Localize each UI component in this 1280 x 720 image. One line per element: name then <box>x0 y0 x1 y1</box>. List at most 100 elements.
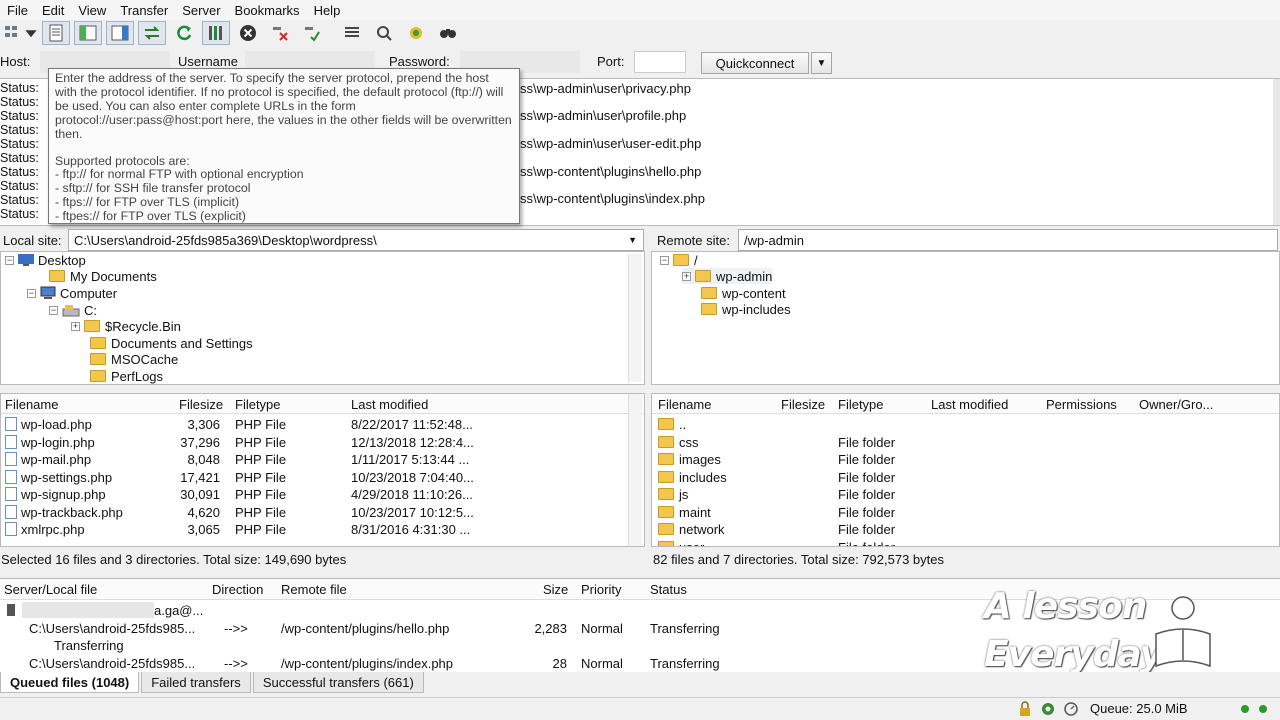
log-message: ss\wp-admin\user\user-edit.php <box>520 136 702 151</box>
column-last-modified[interactable]: Last modified <box>931 397 1008 412</box>
table-row[interactable]: wp-load.php 3,306 PHP File 8/22/2017 11:… <box>1 416 644 434</box>
search-icon[interactable] <box>434 21 462 45</box>
expand-icon[interactable]: + <box>682 271 691 281</box>
log-status-label: Status: <box>0 123 39 137</box>
table-row[interactable]: network File folder <box>652 521 1279 539</box>
toggle-queue-icon[interactable] <box>138 21 166 45</box>
column-filesize[interactable]: Filesize <box>179 397 223 412</box>
toolbar <box>0 20 1280 46</box>
tree-item[interactable]: wp-content <box>695 285 786 301</box>
table-row[interactable]: wp-signup.php 30,091 PHP File 4/29/2018 … <box>1 486 644 504</box>
reconnect-icon[interactable] <box>298 21 326 45</box>
menu-file[interactable]: File <box>0 3 35 18</box>
directory-listing-filter-icon[interactable] <box>338 21 366 45</box>
remote-site-path[interactable]: /wp-admin <box>738 229 1278 251</box>
log-scrollbar[interactable] <box>1273 79 1280 225</box>
collapse-icon[interactable]: − <box>5 255 14 265</box>
port-input[interactable] <box>634 51 686 73</box>
table-row[interactable]: wp-trackback.php 4,620 PHP File 10/23/20… <box>1 504 644 522</box>
menu-help[interactable]: Help <box>307 3 348 18</box>
column-remote-file[interactable]: Remote file <box>281 582 347 597</box>
menu-edit[interactable]: Edit <box>35 3 71 18</box>
redacted-server-name <box>22 602 154 618</box>
toggle-log-icon[interactable] <box>42 21 70 45</box>
log-status-label: Status: <box>0 81 39 95</box>
tree-item[interactable]: Documents and Settings <box>84 335 253 351</box>
column-direction[interactable]: Direction <box>212 582 263 597</box>
chevron-down-icon[interactable]: ▼ <box>628 235 637 245</box>
table-row[interactable]: user File folder <box>652 539 1279 546</box>
column-server-local-file[interactable]: Server/Local file <box>4 582 97 597</box>
disconnect-icon[interactable] <box>266 21 294 45</box>
table-row[interactable]: xmlrpc.php 3,065 PHP File 8/31/2016 4:31… <box>1 521 644 539</box>
menu-server[interactable]: Server <box>175 3 227 18</box>
remote-directory-tree[interactable]: − / + wp-admin wp-content wp-includes <box>651 251 1280 385</box>
quickconnect-button[interactable]: Quickconnect <box>701 52 809 74</box>
column-last-modified[interactable]: Last modified <box>351 397 428 412</box>
column-permissions[interactable]: Permissions <box>1046 397 1117 412</box>
local-site-path[interactable]: C:\Users\android-25fds985a369\Desktop\wo… <box>68 229 644 251</box>
process-queue-icon[interactable] <box>202 21 230 45</box>
menu-bar: File Edit View Transfer Server Bookmarks… <box>0 0 1280 20</box>
table-row[interactable]: maint File folder <box>652 504 1279 522</box>
table-row[interactable]: wp-settings.php 17,421 PHP File 10/23/20… <box>1 469 644 487</box>
refresh-icon[interactable] <box>170 21 198 45</box>
remote-file-list[interactable]: Filename Filesize Filetype Last modified… <box>651 393 1280 547</box>
cancel-icon[interactable] <box>234 21 262 45</box>
local-tree-scrollbar[interactable] <box>628 254 642 382</box>
table-row[interactable]: wp-login.php 37,296 PHP File 12/13/2018 … <box>1 434 644 452</box>
local-list-scrollbar[interactable] <box>628 394 642 546</box>
tree-item[interactable]: − C: <box>49 302 97 318</box>
collapse-icon[interactable]: − <box>49 305 58 315</box>
table-row[interactable]: wp-mail.php 8,048 PHP File 1/11/2017 5:1… <box>1 451 644 469</box>
table-row[interactable]: js File folder <box>652 486 1279 504</box>
column-filetype[interactable]: Filetype <box>838 397 884 412</box>
menu-view[interactable]: View <box>71 3 113 18</box>
tab-failed-transfers[interactable]: Failed transfers <box>141 672 251 693</box>
dropdown-arrow-icon[interactable] <box>24 21 38 45</box>
folder-icon <box>90 370 106 382</box>
column-priority[interactable]: Priority <box>581 582 621 597</box>
sync-browse-icon[interactable] <box>402 21 430 45</box>
menu-bookmarks[interactable]: Bookmarks <box>228 3 307 18</box>
column-filetype[interactable]: Filetype <box>235 397 281 412</box>
toggle-local-tree-icon[interactable] <box>74 21 102 45</box>
folder-icon <box>658 541 674 546</box>
expand-icon[interactable]: + <box>71 321 80 331</box>
column-filename[interactable]: Filename <box>5 397 58 412</box>
column-filesize[interactable]: Filesize <box>781 397 825 412</box>
tree-item[interactable]: My Documents <box>49 268 157 284</box>
column-filename[interactable]: Filename <box>658 397 711 412</box>
site-manager-icon[interactable] <box>2 21 24 45</box>
collapse-icon[interactable]: − <box>27 288 36 298</box>
table-row[interactable]: css File folder <box>652 434 1279 452</box>
table-row[interactable]: images File folder <box>652 451 1279 469</box>
column-size[interactable]: Size <box>543 582 568 597</box>
local-directory-tree[interactable]: − Desktop My Documents − Computer − C: +… <box>0 251 645 385</box>
tree-item[interactable]: − Desktop <box>5 252 86 268</box>
table-row[interactable]: includes File folder <box>652 469 1279 487</box>
tab-successful-transfers[interactable]: Successful transfers (661) <box>252 672 424 693</box>
toggle-remote-tree-icon[interactable] <box>106 21 134 45</box>
username-label: Username <box>178 54 238 69</box>
tree-item[interactable]: − / <box>660 252 698 268</box>
column-owner-group[interactable]: Owner/Gro... <box>1139 397 1213 412</box>
local-file-list[interactable]: Filename Filesize Filetype Last modified… <box>0 393 645 547</box>
php-file-icon <box>5 417 17 431</box>
tab-queued-files[interactable]: Queued files (1048) <box>0 672 140 693</box>
collapse-icon[interactable]: − <box>660 255 669 265</box>
tooltip-protocol-item: - sftp:// for SSH file transfer protocol <box>55 181 251 196</box>
menu-transfer[interactable]: Transfer <box>113 3 175 18</box>
local-site-label: Local site: <box>3 232 62 248</box>
tree-item[interactable]: wp-includes <box>695 301 791 317</box>
tree-item[interactable]: PerfLogs <box>84 368 163 384</box>
compare-icon[interactable] <box>370 21 398 45</box>
tree-item[interactable]: MSOCache <box>84 351 178 367</box>
column-status[interactable]: Status <box>650 582 687 597</box>
tree-item[interactable]: − Computer <box>27 285 117 301</box>
table-row[interactable]: .. <box>652 416 1279 434</box>
quickconnect-dropdown-button[interactable]: ▼ <box>811 52 832 74</box>
folder-icon <box>658 435 674 448</box>
tree-item-selected[interactable]: + wp-admin <box>682 268 773 284</box>
tree-item[interactable]: + $Recycle.Bin <box>71 318 181 334</box>
